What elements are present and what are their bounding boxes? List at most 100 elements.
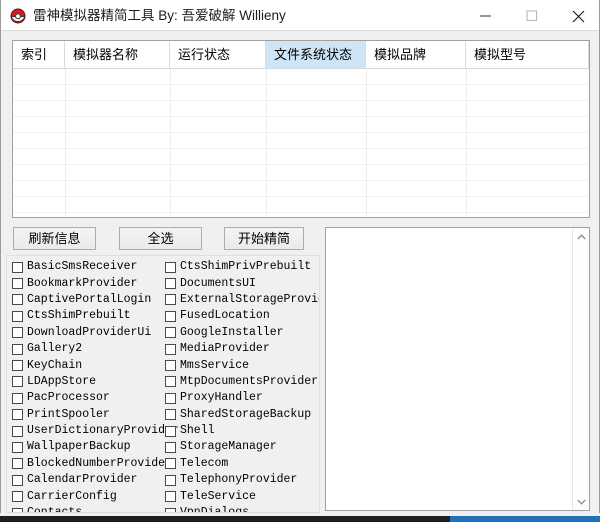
checkbox-item[interactable]: CtsShimPrebuilt (12, 308, 179, 324)
checkbox-label: StorageManager (180, 440, 277, 454)
log-output-panel[interactable] (325, 227, 590, 511)
minimize-button[interactable] (463, 0, 509, 30)
checkbox-item[interactable]: FusedLocation (165, 308, 319, 324)
refresh-info-button[interactable]: 刷新信息 (13, 227, 96, 250)
checkbox-basicsmsreceiver[interactable] (12, 261, 23, 273)
checkbox-calendarprovider[interactable] (12, 474, 23, 486)
checkbox-printspooler[interactable] (12, 409, 23, 421)
checkbox-item[interactable]: PacProcessor (12, 390, 179, 406)
checkbox-wallpaperbackup[interactable] (12, 441, 23, 453)
checkbox-item[interactable]: MtpDocumentsProvider (165, 374, 319, 390)
table-body[interactable] (13, 69, 589, 217)
checkbox-shell[interactable] (165, 425, 176, 437)
table-row[interactable] (13, 133, 589, 149)
table-column-divider (266, 69, 267, 217)
table-column-header-4[interactable]: 文件系统状态 (266, 41, 366, 68)
table-column-header-5[interactable]: 模拟品牌 (366, 41, 466, 68)
checkbox-item[interactable]: GoogleInstaller (165, 325, 319, 341)
checkbox-ctsshimprivprebuilt[interactable] (165, 261, 176, 273)
checkbox-item[interactable]: BookmarkProvider (12, 275, 179, 291)
checkbox-item[interactable]: VpnDialogs (165, 505, 319, 512)
table-column-header-2[interactable]: 模拟器名称 (65, 41, 170, 68)
checkbox-item[interactable]: CaptivePortalLogin (12, 292, 179, 308)
table-column-header-1[interactable]: 索引 (13, 41, 65, 68)
checkbox-item[interactable]: TeleService (165, 488, 319, 504)
checkbox-item[interactable]: DocumentsUI (165, 275, 319, 291)
checkbox-bookmarkprovider[interactable] (12, 278, 23, 290)
checkbox-label: CtsShimPrebuilt (27, 309, 131, 323)
checkbox-item[interactable]: Shell (165, 423, 319, 439)
checkbox-label: BookmarkProvider (27, 276, 138, 290)
checkbox-gallery2[interactable] (12, 343, 23, 355)
chevron-up-icon[interactable] (573, 228, 589, 245)
checkbox-item[interactable]: ProxyHandler (165, 390, 319, 406)
checkbox-label: KeyChain (27, 358, 83, 372)
checkbox-storagemanager[interactable] (165, 441, 176, 453)
checkbox-mediaprovider[interactable] (165, 343, 176, 355)
checkbox-mtpdocumentsprovider[interactable] (165, 376, 176, 388)
checkbox-userdictionaryprovider[interactable] (12, 425, 23, 437)
table-row[interactable] (13, 197, 589, 213)
checkbox-carrierconfig[interactable] (12, 491, 23, 503)
checkbox-item[interactable]: WallpaperBackup (12, 439, 179, 455)
table-column-header-6[interactable]: 模拟型号 (466, 41, 589, 68)
checkbox-item[interactable]: TelephonyProvider (165, 472, 319, 488)
start-debloat-button[interactable]: 开始精简 (224, 227, 304, 250)
checkbox-item[interactable]: PrintSpooler (12, 407, 179, 423)
checkbox-keychain[interactable] (12, 360, 23, 372)
log-output-text[interactable] (326, 228, 572, 510)
log-scrollbar[interactable] (572, 228, 589, 510)
checkbox-label: MmsService (180, 358, 250, 372)
checkbox-item[interactable]: CarrierConfig (12, 488, 179, 504)
close-button[interactable] (555, 0, 599, 30)
table-row[interactable] (13, 69, 589, 85)
checkbox-item[interactable]: DownloadProviderUi (12, 325, 179, 341)
checkbox-teleservice[interactable] (165, 491, 176, 503)
checkbox-item[interactable]: MmsService (165, 357, 319, 373)
checkbox-label: DownloadProviderUi (27, 325, 152, 339)
chevron-down-icon[interactable] (573, 493, 589, 510)
table-row[interactable] (13, 101, 589, 117)
checkbox-blockednumberprovider[interactable] (12, 458, 23, 470)
checkbox-telecom[interactable] (165, 458, 176, 470)
checkbox-item[interactable]: BasicSmsReceiver (12, 259, 179, 275)
checkbox-sharedstoragebackup[interactable] (165, 409, 176, 421)
checkbox-documentsui[interactable] (165, 278, 176, 290)
checkbox-item[interactable]: StorageManager (165, 439, 319, 455)
checkbox-googleinstaller[interactable] (165, 327, 176, 339)
checkbox-captiveportallogin[interactable] (12, 294, 23, 306)
checkbox-pacprocessor[interactable] (12, 392, 23, 404)
checkbox-item[interactable]: CtsShimPrivPrebuilt (165, 259, 319, 275)
table-row[interactable] (13, 117, 589, 133)
emulator-table[interactable]: 索引 模拟器名称 运行状态 文件系统状态 模拟品牌 模拟型号 (12, 40, 590, 218)
checkbox-externalstorageprovider[interactable] (165, 294, 176, 306)
checkbox-telephonyprovider[interactable] (165, 474, 176, 486)
table-row[interactable] (13, 165, 589, 181)
checkbox-label: ExternalStorageProvider (180, 292, 319, 306)
desktop-strip-accent (450, 516, 600, 522)
checkbox-fusedlocation[interactable] (165, 310, 176, 322)
checkbox-mmsservice[interactable] (165, 360, 176, 372)
checkbox-item[interactable]: CalendarProvider (12, 472, 179, 488)
checkbox-item[interactable]: LDAppStore (12, 374, 179, 390)
checkbox-item[interactable]: UserDictionaryProvider (12, 423, 179, 439)
table-row[interactable] (13, 149, 589, 165)
table-row[interactable] (13, 85, 589, 101)
checkbox-item[interactable]: BlockedNumberProvider (12, 456, 179, 472)
checkbox-ldappstore[interactable] (12, 376, 23, 388)
checkbox-item[interactable]: Contacts (12, 505, 179, 512)
select-all-button[interactable]: 全选 (119, 227, 202, 250)
checkbox-label: CalendarProvider (27, 473, 138, 487)
checkbox-item[interactable]: SharedStorageBackup (165, 407, 319, 423)
checkbox-proxyhandler[interactable] (165, 392, 176, 404)
table-column-header-3[interactable]: 运行状态 (170, 41, 266, 68)
checkbox-ctsshimprebuilt[interactable] (12, 310, 23, 322)
checkbox-item[interactable]: ExternalStorageProvider (165, 292, 319, 308)
checkbox-item[interactable]: Gallery2 (12, 341, 179, 357)
table-row[interactable] (13, 181, 589, 197)
checkbox-item[interactable]: KeyChain (12, 357, 179, 373)
checkbox-item[interactable]: MediaProvider (165, 341, 319, 357)
maximize-button[interactable] (509, 0, 555, 30)
checkbox-item[interactable]: Telecom (165, 456, 319, 472)
checkbox-downloadproviderui[interactable] (12, 327, 23, 339)
